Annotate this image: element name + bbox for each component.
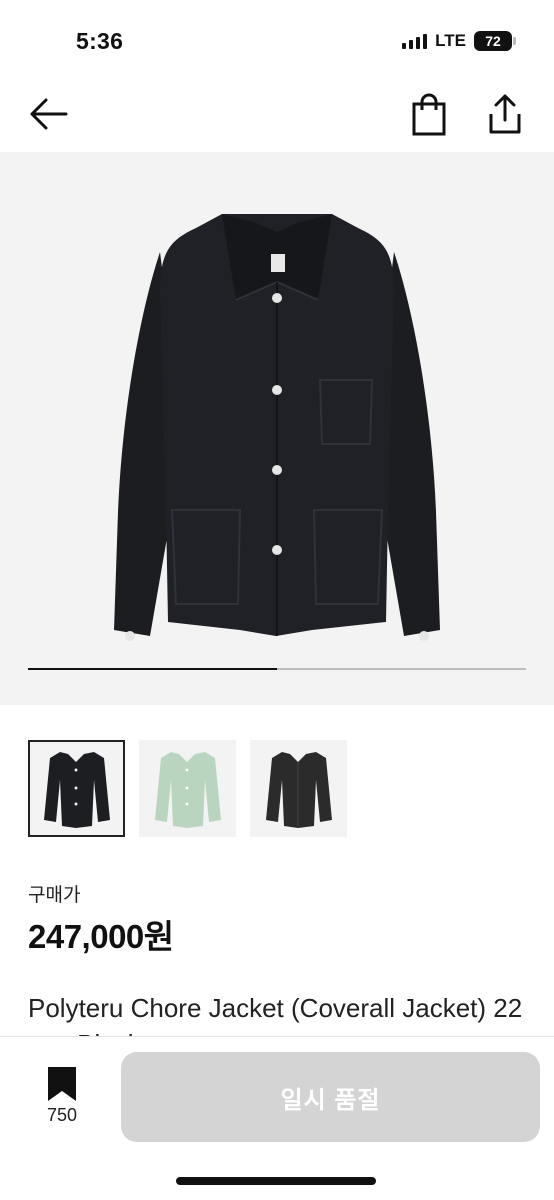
thumbnail-3[interactable] bbox=[250, 740, 347, 837]
bookmark-button[interactable]: 750 bbox=[40, 1065, 84, 1135]
arrow-left-icon bbox=[30, 98, 68, 130]
status-indicators: LTE 72 bbox=[402, 31, 516, 51]
product-image[interactable] bbox=[0, 152, 554, 705]
network-type: LTE bbox=[435, 31, 466, 50]
price-value: 247,000원 bbox=[28, 918, 174, 955]
battery-icon: 72 bbox=[474, 31, 516, 51]
status-bar: 5:36 LTE 72 bbox=[0, 0, 554, 80]
back-button[interactable] bbox=[26, 94, 70, 134]
thumbnail-1[interactable] bbox=[28, 740, 125, 837]
thumbnail-list bbox=[28, 740, 347, 837]
thumbnail-2[interactable] bbox=[139, 740, 236, 837]
battery-level: 72 bbox=[485, 33, 501, 49]
cart-button[interactable] bbox=[409, 92, 449, 136]
thumbnail-image bbox=[266, 752, 332, 828]
home-indicator bbox=[176, 1177, 376, 1185]
thumbnail-image bbox=[155, 752, 221, 828]
share-button[interactable] bbox=[485, 92, 525, 136]
status-time: 5:36 bbox=[76, 28, 124, 54]
gallery-progress bbox=[28, 668, 526, 670]
price-label: 구매가 bbox=[28, 885, 81, 906]
bookmark-icon bbox=[48, 1067, 76, 1101]
signal-icon bbox=[402, 33, 428, 49]
thumbnail-image bbox=[44, 752, 110, 828]
sold-out-button[interactable]: 일시 품절 bbox=[121, 1052, 540, 1142]
shopping-bag-icon bbox=[412, 93, 446, 136]
gallery-progress-fill bbox=[28, 668, 277, 670]
bottom-action-bar: 750 일시 품절 bbox=[0, 1036, 554, 1200]
share-icon bbox=[489, 94, 521, 134]
nav-bar bbox=[0, 80, 554, 150]
jacket-image bbox=[114, 214, 440, 641]
product-title: Polyteru Chore Jacket (Coverall Jacket) … bbox=[28, 993, 523, 1036]
bookmark-count: 750 bbox=[46, 1105, 78, 1125]
